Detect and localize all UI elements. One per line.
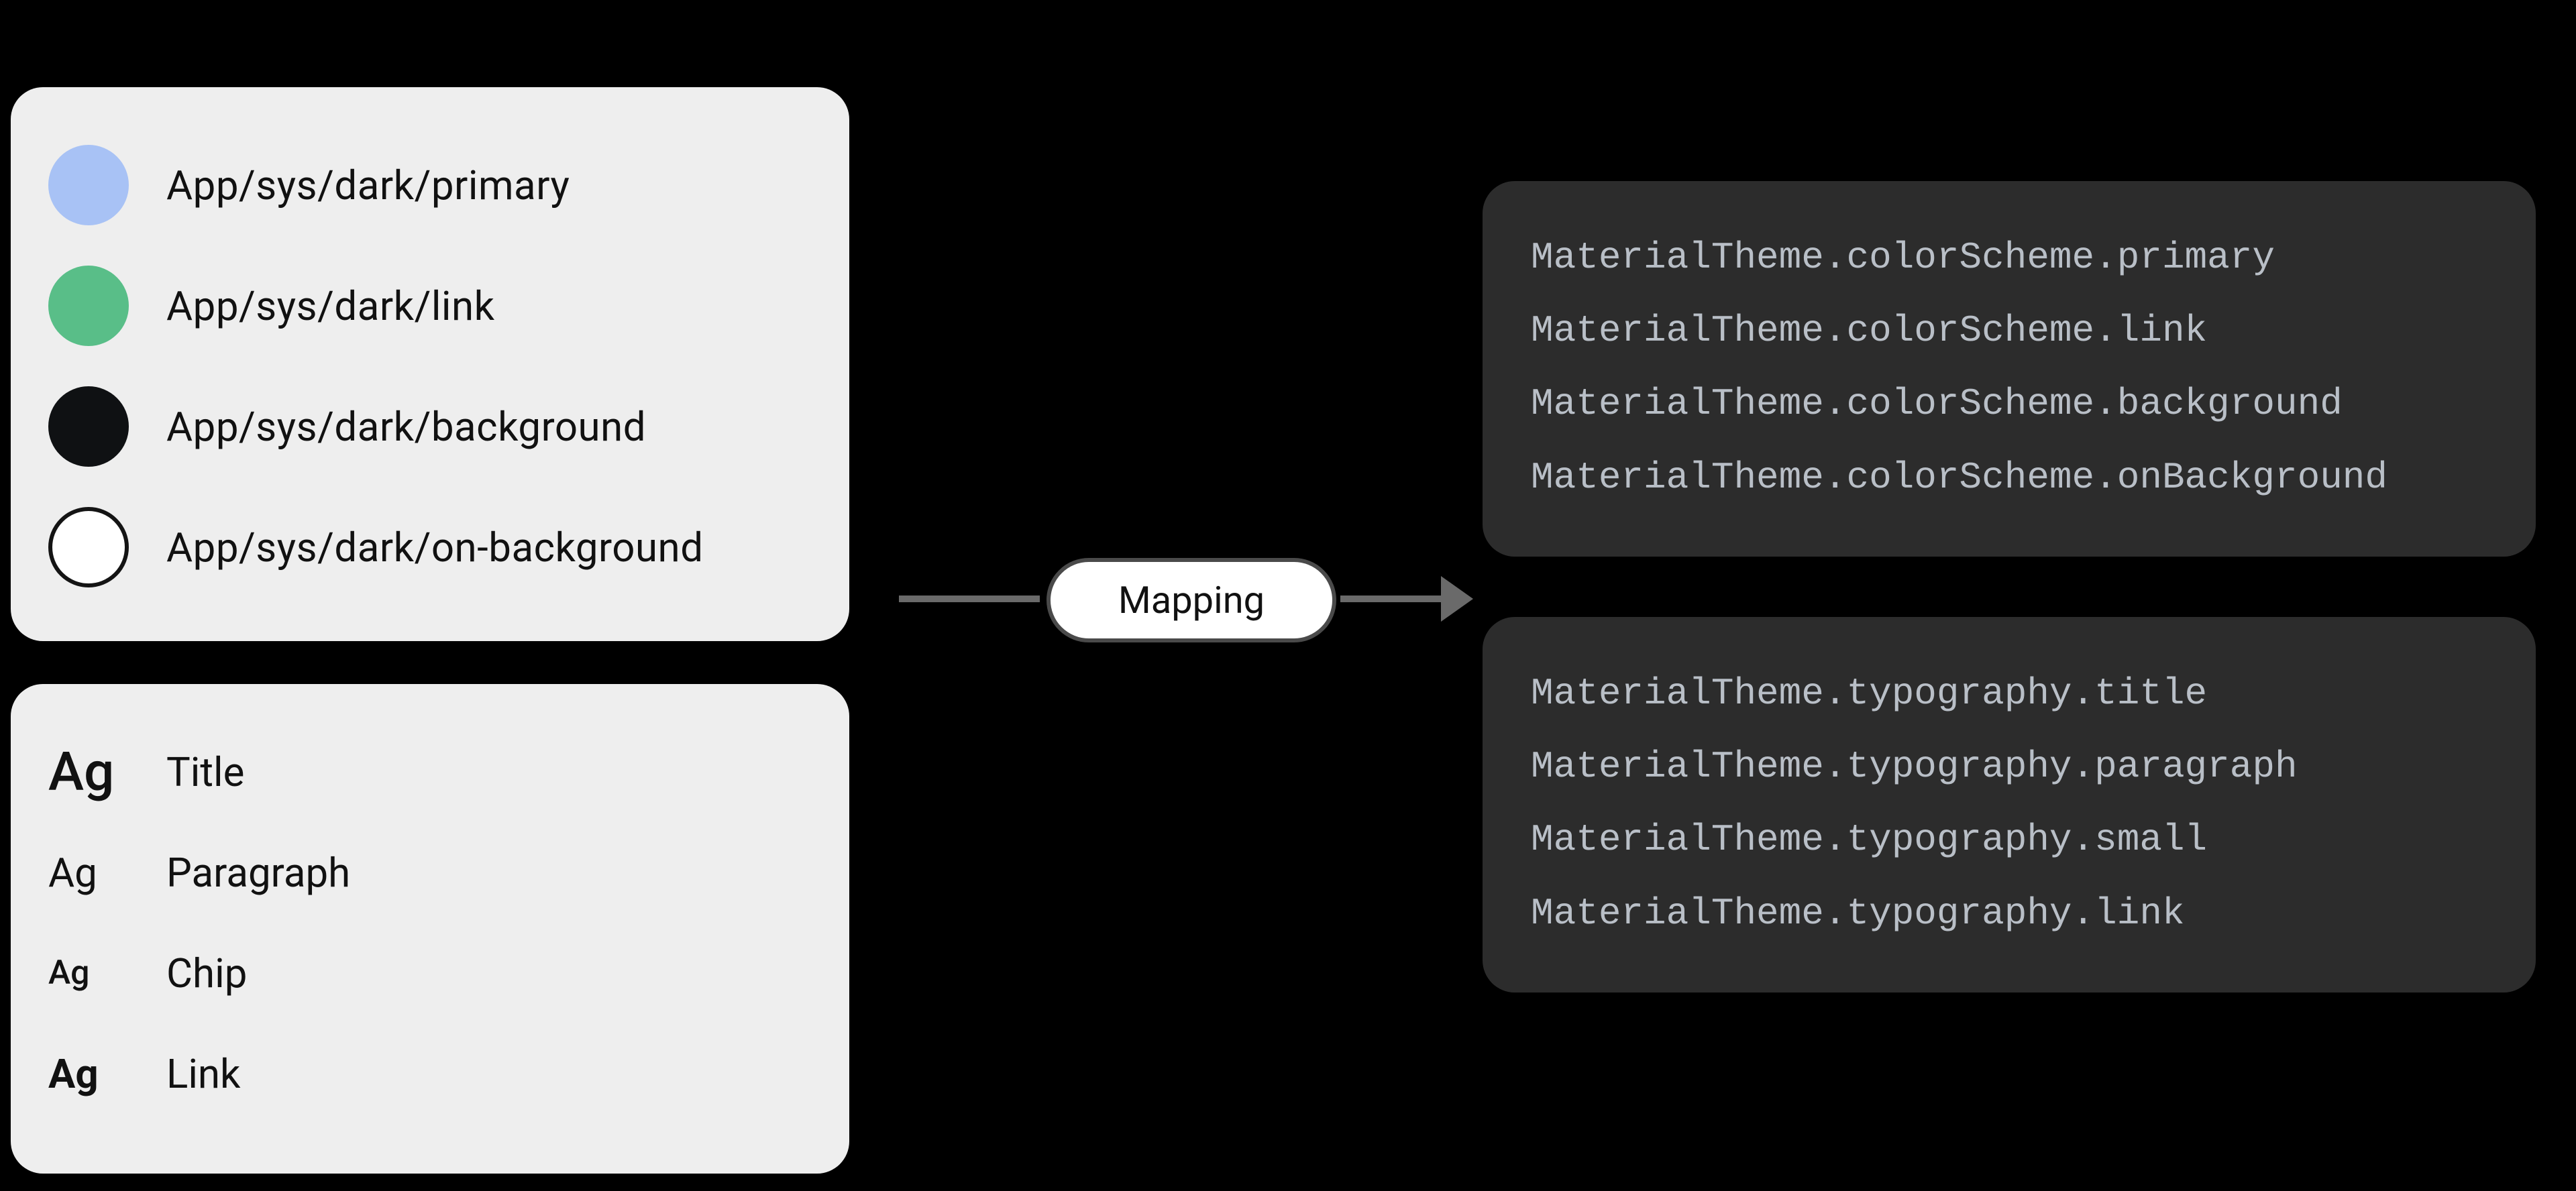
type-token-row: Ag Title: [48, 722, 812, 822]
color-swatch-link: [48, 266, 129, 346]
design-tokens-typography-panel: Ag Title Ag Paragraph Ag Chip Ag Link: [11, 684, 849, 1174]
type-token-row: Ag Paragraph: [48, 822, 812, 923]
code-panel-typography: MaterialTheme.typography.title MaterialT…: [1483, 617, 2536, 992]
code-line: MaterialTheme.typography.paragraph: [1531, 730, 2487, 803]
mapping-chip: Mapping: [1046, 558, 1336, 642]
type-glyph-title: Ag: [48, 740, 129, 803]
mapping-label: Mapping: [1118, 578, 1265, 622]
color-token-row: App/sys/dark/primary: [48, 125, 812, 245]
color-token-label: App/sys/dark/link: [166, 282, 495, 330]
code-panel-colorscheme: MaterialTheme.colorScheme.primary Materi…: [1483, 181, 2536, 557]
code-line: MaterialTheme.colorScheme.onBackground: [1531, 441, 2487, 514]
code-line: MaterialTheme.typography.small: [1531, 803, 2487, 876]
type-glyph-chip: Ag: [48, 954, 129, 992]
type-glyph-paragraph: Ag: [48, 849, 129, 897]
arrow-head-icon: [1441, 576, 1473, 622]
color-token-row: App/sys/dark/link: [48, 245, 812, 366]
color-token-label: App/sys/dark/primary: [166, 162, 570, 209]
code-line: MaterialTheme.colorScheme.primary: [1531, 221, 2487, 294]
diagram-canvas: App/sys/dark/primary App/sys/dark/link A…: [0, 0, 2576, 1191]
color-token-label: App/sys/dark/on-background: [166, 524, 704, 571]
type-token-label: Chip: [166, 950, 247, 997]
type-token-label: Paragraph: [166, 849, 350, 897]
arrow-line-right: [1340, 596, 1441, 602]
type-token-row: Ag Link: [48, 1023, 812, 1124]
color-token-row: App/sys/dark/on-background: [48, 487, 812, 608]
type-glyph-link: Ag: [48, 1050, 129, 1098]
type-token-row: Ag Chip: [48, 923, 812, 1023]
color-swatch-primary: [48, 145, 129, 225]
design-tokens-colors-panel: App/sys/dark/primary App/sys/dark/link A…: [11, 87, 849, 641]
color-swatch-on-background: [48, 507, 129, 587]
color-token-label: App/sys/dark/background: [166, 403, 646, 451]
code-line: MaterialTheme.typography.link: [1531, 877, 2487, 950]
type-token-label: Title: [166, 748, 244, 796]
code-line: MaterialTheme.typography.title: [1531, 657, 2487, 730]
code-line: MaterialTheme.colorScheme.link: [1531, 294, 2487, 367]
type-token-label: Link: [166, 1050, 240, 1098]
color-token-row: App/sys/dark/background: [48, 366, 812, 487]
color-swatch-background: [48, 386, 129, 467]
arrow-line-left: [899, 596, 1040, 602]
code-line: MaterialTheme.colorScheme.background: [1531, 367, 2487, 441]
